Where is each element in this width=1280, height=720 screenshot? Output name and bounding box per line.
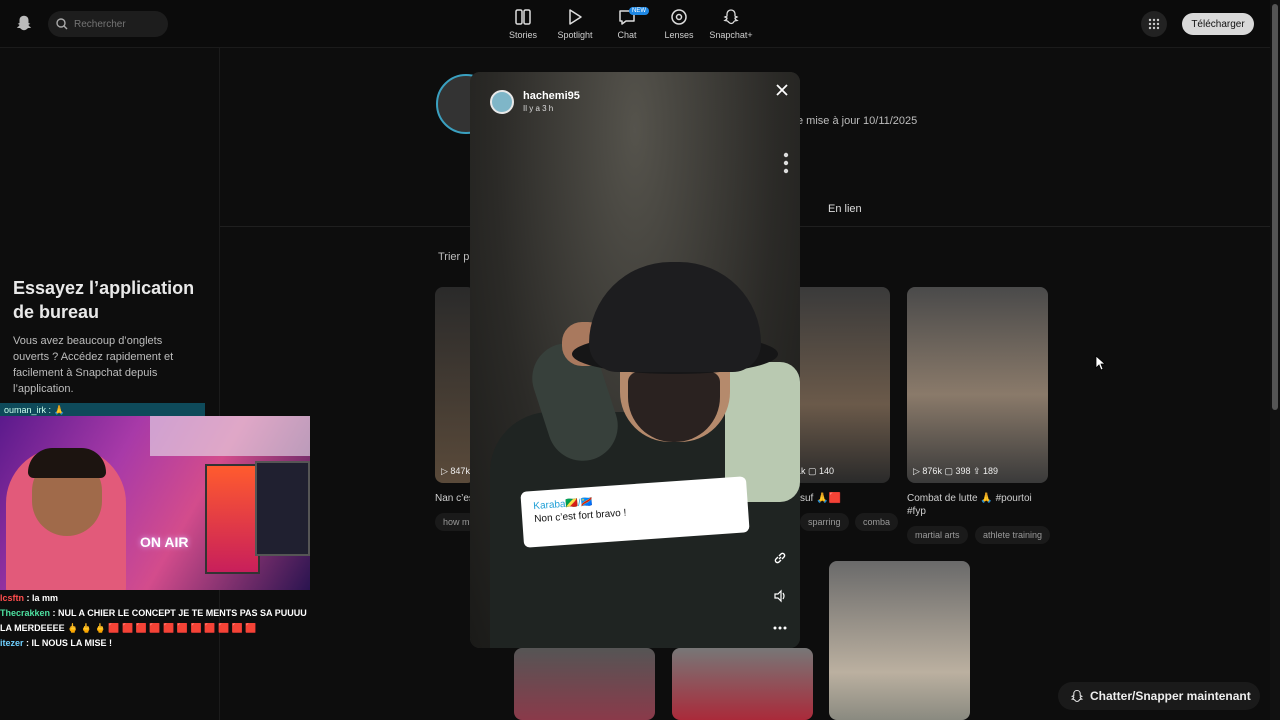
search-bar[interactable] — [48, 11, 168, 37]
card-stats: 1k ▢ 140 — [796, 466, 835, 476]
chat-user: Thecrakken — [0, 608, 51, 618]
snapchat-plus-icon — [723, 9, 739, 25]
card-tag[interactable]: sparring — [800, 513, 849, 531]
new-badge: NEW — [629, 7, 649, 15]
play-icon — [569, 9, 582, 25]
nav-stories-label: Stories — [508, 30, 537, 40]
download-button[interactable]: Télécharger — [1182, 13, 1254, 35]
chat-text: : IL NOUS LA MISE ! — [23, 638, 113, 648]
snapchat-ghost-icon[interactable] — [15, 14, 33, 32]
video-card[interactable]: ▷ 847k — [435, 287, 475, 483]
video-card[interactable] — [829, 561, 970, 720]
story-viewer[interactable]: hachemi95 Il y a 3 h Karaba🇨🇬/🇨🇩 Non c’e… — [470, 72, 800, 648]
nav-spotlight[interactable]: Spotlight — [547, 8, 603, 40]
card-tag[interactable]: athlete training — [975, 526, 1051, 544]
stories-icon — [515, 9, 531, 25]
sort-label[interactable]: Trier p — [438, 251, 469, 263]
close-button[interactable] — [772, 80, 792, 100]
stream-chat: lcsftn : la mm Thecrakken : NUL A CHIER … — [0, 591, 318, 651]
lenses-icon — [671, 9, 687, 25]
story-username[interactable]: hachemi95 — [523, 90, 580, 102]
promo-title: Essayez l’application de bureau — [13, 278, 195, 322]
nav-chat-label: Chat — [617, 30, 637, 40]
chat-now-button[interactable]: Chatter/Snapper maintenant — [1058, 682, 1260, 710]
progress-dots-icon — [783, 152, 789, 174]
card-caption[interactable]: suf 🙏🟥 — [800, 492, 841, 505]
chat-now-label: Chatter/Snapper maintenant — [1090, 689, 1251, 703]
promo-text: Vous avez beaucoup d’onglets ouverts ? A… — [13, 335, 174, 395]
mouse-cursor-icon — [1095, 355, 1107, 371]
nav-stories[interactable]: Stories — [495, 8, 551, 40]
nav-spotlight-label: Spotlight — [557, 30, 593, 40]
chat-message: lcsftn : la mm — [0, 591, 318, 606]
last-updated: e mise à jour 10/11/2025 — [797, 115, 918, 127]
video-card[interactable] — [514, 648, 655, 720]
more-options-button[interactable] — [770, 618, 790, 638]
chat-user: itezer — [0, 638, 24, 648]
nav-snapchat-plus-label: Snapchat+ — [709, 30, 753, 40]
webcam-overlay: ON AIR — [0, 416, 310, 590]
top-bar: Stories Spotlight NEW Chat Lenses Snapch… — [0, 0, 1280, 48]
video-card[interactable]: ▷ 876k ▢ 398 ⇪ 189 — [907, 287, 1048, 483]
tab-linked[interactable]: En lien — [828, 203, 862, 215]
speaker-icon — [774, 589, 785, 603]
card-stats: ▷ 876k ▢ 398 ⇪ 189 — [913, 466, 999, 476]
nav-lenses[interactable]: Lenses — [651, 8, 707, 40]
page-scrollbar[interactable] — [1270, 0, 1280, 720]
video-card[interactable]: 1k ▢ 140 — [790, 287, 890, 483]
ghost-icon — [1070, 689, 1084, 703]
card-caption[interactable]: Combat de lutte 🙏 #pourtoi #fyp — [907, 492, 1047, 518]
search-icon — [56, 18, 68, 30]
chat-text: : la mm — [24, 593, 59, 603]
link-icon — [774, 552, 786, 564]
on-air-sign: ON AIR — [140, 534, 189, 550]
chat-message: Thecrakken : NUL A CHIER LE CONCEPT JE T… — [0, 606, 318, 636]
grid-icon — [1148, 18, 1160, 30]
card-caption[interactable]: Nan c’es — [435, 492, 475, 505]
card-stats: ▷ 847k — [441, 466, 470, 476]
sound-button[interactable] — [770, 586, 790, 606]
video-card[interactable] — [672, 648, 813, 720]
nav-chat[interactable]: NEW Chat — [599, 7, 655, 40]
card-tag[interactable]: martial arts — [907, 526, 968, 544]
chat-message: itezer : IL NOUS LA MISE ! — [0, 636, 318, 651]
close-icon — [776, 84, 788, 96]
nav-lenses-label: Lenses — [664, 30, 694, 40]
share-link-button[interactable] — [770, 548, 790, 568]
stream-chat-line: ouman_irk : 🙏 — [0, 403, 205, 417]
nav-snapchat-plus[interactable]: Snapchat+ — [703, 8, 759, 40]
card-tag[interactable]: comba — [855, 513, 899, 531]
chat-user: lcsftn — [0, 593, 25, 603]
search-input[interactable] — [74, 18, 164, 30]
user-avatar[interactable] — [490, 90, 514, 114]
story-time: Il y a 3 h — [523, 104, 554, 113]
scrollbar-thumb[interactable] — [1272, 4, 1278, 410]
more-icon — [773, 626, 787, 630]
apps-grid-button[interactable] — [1141, 11, 1167, 37]
